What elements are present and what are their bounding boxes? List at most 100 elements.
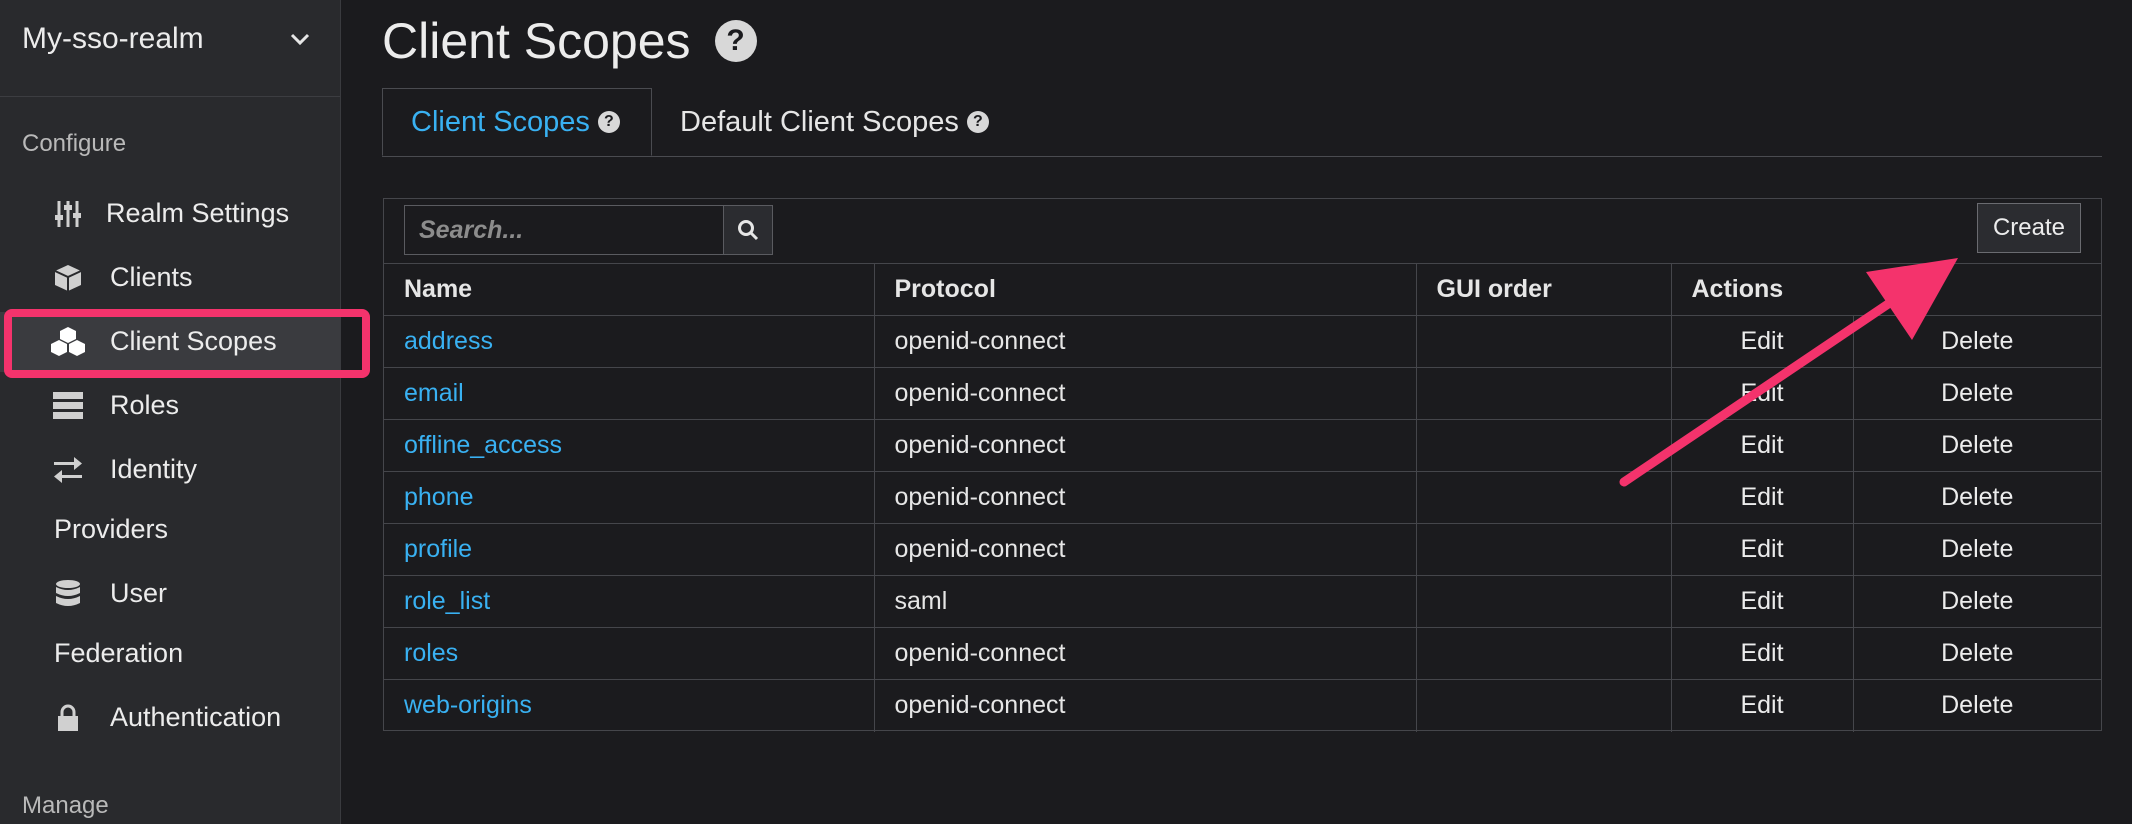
- sidebar-item-label: Realm Settings: [106, 198, 290, 228]
- cell-gui-order: [1415, 679, 1672, 732]
- lock-icon: [50, 702, 86, 734]
- column-header-actions: Actions: [1670, 263, 2101, 316]
- delete-button[interactable]: Delete: [1852, 419, 2101, 472]
- scope-link[interactable]: email: [404, 379, 464, 407]
- section-configure: Configure: [22, 130, 127, 157]
- cell-name: web-origins: [384, 679, 875, 732]
- scope-link[interactable]: address: [404, 327, 493, 355]
- table-toolbar: Create: [384, 199, 2101, 264]
- table-row: email openid-connect Edit Delete: [384, 367, 2101, 420]
- cell-protocol: openid-connect: [873, 523, 1417, 576]
- create-button[interactable]: Create: [1977, 203, 2081, 253]
- tabs-divider: [382, 156, 2102, 157]
- help-icon[interactable]: ?: [597, 111, 620, 133]
- cell-name: phone: [384, 471, 875, 524]
- cell-protocol: openid-connect: [873, 627, 1417, 680]
- delete-button[interactable]: Delete: [1852, 627, 2101, 680]
- cell-protocol: openid-connect: [873, 419, 1417, 472]
- client-scopes-table-panel: Create Name Protocol GUI order Actions a…: [383, 198, 2102, 732]
- delete-button[interactable]: Delete: [1852, 315, 2101, 368]
- scope-link[interactable]: role_list: [404, 587, 490, 615]
- cell-name: offline_access: [384, 419, 875, 472]
- table-row: phone openid-connect Edit Delete: [384, 471, 2101, 524]
- sidebar-item-user-federation[interactable]: User Federation: [0, 564, 340, 684]
- database-icon: [50, 578, 86, 610]
- help-icon[interactable]: ?: [966, 111, 989, 133]
- edit-button[interactable]: Edit: [1670, 471, 1854, 524]
- cell-name: email: [384, 367, 875, 420]
- search-button[interactable]: [723, 205, 773, 255]
- sidebar-item-label: Clients: [110, 262, 193, 292]
- sidebar-item-label: User: [110, 578, 168, 608]
- cell-protocol: openid-connect: [873, 679, 1417, 732]
- cell-gui-order: [1415, 627, 1672, 680]
- edit-button[interactable]: Edit: [1670, 315, 1854, 368]
- chevron-down-icon: [290, 33, 310, 46]
- sidebar-item-realm-settings[interactable]: Realm Settings: [0, 184, 340, 244]
- realm-selector[interactable]: My-sso-realm: [22, 18, 312, 60]
- sidebar-item-label-line2: Providers: [54, 514, 169, 544]
- tab-label: Default Client Scopes: [680, 105, 959, 138]
- cell-protocol: openid-connect: [873, 315, 1417, 368]
- annotation-highlight-box: [4, 309, 370, 378]
- cell-name: address: [384, 315, 875, 368]
- tab-default-client-scopes[interactable]: Default Client Scopes ?: [652, 88, 1017, 156]
- sidebar-item-label: Authentication: [110, 702, 282, 732]
- sidebar-item-identity-providers[interactable]: Identity Providers: [0, 440, 340, 560]
- column-header-gui-order[interactable]: GUI order: [1415, 263, 1672, 316]
- sidebar: My-sso-realm Configure Realm Settings Cl…: [0, 0, 341, 824]
- column-header-protocol[interactable]: Protocol: [873, 263, 1417, 316]
- delete-button[interactable]: Delete: [1852, 575, 2101, 628]
- cell-gui-order: [1415, 419, 1672, 472]
- sidebar-item-roles[interactable]: Roles: [0, 376, 340, 436]
- search-icon: [738, 220, 759, 241]
- edit-button[interactable]: Edit: [1670, 367, 1854, 420]
- page-title: Client Scopes ?: [382, 12, 757, 70]
- tab-label: Client Scopes: [411, 105, 590, 138]
- tab-client-scopes[interactable]: Client Scopes ?: [382, 88, 652, 156]
- section-manage: Manage: [22, 792, 109, 819]
- delete-button[interactable]: Delete: [1852, 471, 2101, 524]
- help-icon[interactable]: ?: [714, 20, 757, 62]
- cell-protocol: openid-connect: [873, 367, 1417, 420]
- cell-gui-order: [1415, 523, 1672, 576]
- table-row: offline_access openid-connect Edit Delete: [384, 419, 2101, 472]
- table-header-row: Name Protocol GUI order Actions: [384, 263, 2101, 316]
- cube-icon: [50, 262, 86, 294]
- column-header-name[interactable]: Name: [384, 263, 875, 316]
- cell-name: role_list: [384, 575, 875, 628]
- delete-button[interactable]: Delete: [1852, 523, 2101, 576]
- table-row: profile openid-connect Edit Delete: [384, 523, 2101, 576]
- server-icon: [50, 390, 86, 422]
- edit-button[interactable]: Edit: [1670, 627, 1854, 680]
- sidebar-item-label-line2: Federation: [54, 638, 184, 668]
- delete-button[interactable]: Delete: [1852, 679, 2101, 732]
- scope-link[interactable]: roles: [404, 639, 458, 667]
- edit-button[interactable]: Edit: [1670, 575, 1854, 628]
- scope-link[interactable]: phone: [404, 483, 474, 511]
- client-scopes-table: Name Protocol GUI order Actions address o…: [384, 263, 2101, 732]
- exchange-icon: [50, 454, 86, 486]
- sidebar-item-clients[interactable]: Clients: [0, 248, 340, 308]
- edit-button[interactable]: Edit: [1670, 419, 1854, 472]
- search-input[interactable]: [404, 205, 741, 255]
- sidebar-item-label: Roles: [110, 390, 180, 420]
- sidebar-item-label: Identity: [110, 454, 198, 484]
- table-row: roles openid-connect Edit Delete: [384, 627, 2101, 680]
- scope-link[interactable]: web-origins: [404, 691, 532, 719]
- cell-protocol: saml: [873, 575, 1417, 628]
- table-row: role_list saml Edit Delete: [384, 575, 2101, 628]
- edit-button[interactable]: Edit: [1670, 679, 1854, 732]
- scope-link[interactable]: offline_access: [404, 431, 562, 459]
- cell-name: roles: [384, 627, 875, 680]
- delete-button[interactable]: Delete: [1852, 367, 2101, 420]
- sidebar-item-authentication[interactable]: Authentication: [0, 688, 340, 748]
- cell-protocol: openid-connect: [873, 471, 1417, 524]
- cell-gui-order: [1415, 471, 1672, 524]
- page-title-text: Client Scopes: [382, 13, 691, 69]
- scope-link[interactable]: profile: [404, 535, 472, 563]
- cell-gui-order: [1415, 575, 1672, 628]
- cell-gui-order: [1415, 367, 1672, 420]
- cell-gui-order: [1415, 315, 1672, 368]
- edit-button[interactable]: Edit: [1670, 523, 1854, 576]
